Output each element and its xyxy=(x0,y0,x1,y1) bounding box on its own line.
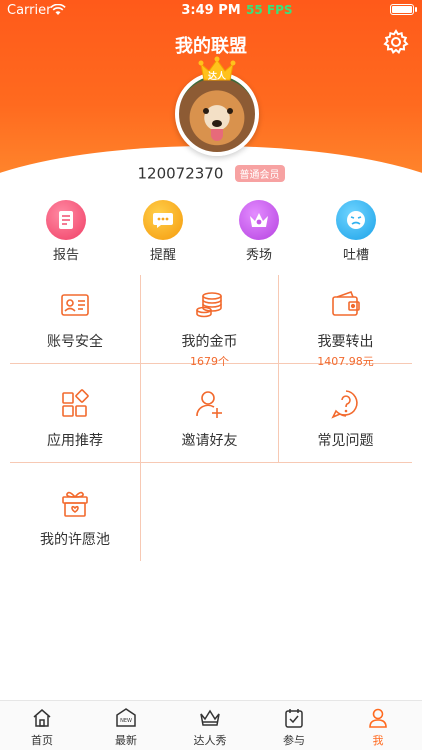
new-icon: NEW xyxy=(116,708,136,727)
clock: 3:49 PM xyxy=(181,3,241,18)
quick-action-complain[interactable]: 吐槽 xyxy=(316,200,396,263)
quick-action-show[interactable]: 秀场 xyxy=(219,200,299,263)
grid-item-label: 账号安全 xyxy=(47,334,103,350)
avatar-eye-left xyxy=(203,108,209,114)
apps-icon xyxy=(62,389,89,417)
quick-action-label: 吐槽 xyxy=(342,248,369,263)
tab-latest[interactable]: NEW 最新 xyxy=(84,707,168,748)
user-info: 120072370 普通会员 xyxy=(0,163,422,183)
grid-item-withdraw[interactable]: 我要转出 1407.98元 xyxy=(279,275,412,373)
avatar-container[interactable]: 达人 xyxy=(175,56,259,156)
user-icon xyxy=(369,708,387,728)
tab-me[interactable]: 我 xyxy=(336,707,420,748)
grid-item-label: 应用推荐 xyxy=(47,433,103,449)
home-icon xyxy=(33,709,51,727)
face-icon xyxy=(336,200,376,240)
quick-action-label: 提醒 xyxy=(149,248,176,263)
svg-text:NEW: NEW xyxy=(120,718,132,724)
chat-bubble-icon xyxy=(143,200,183,240)
status-bar: Carrier 3:49 PM 55 FPS xyxy=(0,0,422,22)
crown-icon xyxy=(200,709,220,726)
id-card-icon xyxy=(61,294,89,316)
coin-count: 1679个 xyxy=(190,355,229,368)
grid-item-my-coins[interactable]: 我的金币 1679个 xyxy=(141,275,278,373)
grid-item-label: 常见问题 xyxy=(317,433,374,449)
tab-label: 最新 xyxy=(115,734,137,747)
tab-home[interactable]: 首页 xyxy=(0,707,84,748)
tab-label: 首页 xyxy=(31,734,53,747)
tab-talent-show[interactable]: 达人秀 xyxy=(168,707,252,748)
tab-label: 达人秀 xyxy=(193,734,227,747)
coins-icon xyxy=(195,292,222,318)
grid-item-label: 我要转出 xyxy=(317,334,374,350)
avatar-tongue xyxy=(211,129,223,141)
add-user-icon xyxy=(195,391,222,418)
quick-action-label: 报告 xyxy=(52,248,79,263)
feature-grid: 账号安全 我的金币 1679个 我要转出 1407.98元 应用推荐 邀请好友 … xyxy=(10,275,412,561)
tab-label: 我 xyxy=(372,734,384,747)
tab-label: 参与 xyxy=(283,734,305,747)
grid-item-label: 我的许愿池 xyxy=(40,532,110,548)
member-badge: 普通会员 xyxy=(234,165,285,182)
grid-item-account-security[interactable]: 账号安全 xyxy=(10,275,140,373)
gear-icon[interactable] xyxy=(382,28,410,56)
quick-actions: 报告 提醒 秀场 吐槽 xyxy=(0,200,422,264)
fps-counter: 55 FPS xyxy=(246,3,293,17)
grid-item-label: 我的金币 xyxy=(181,334,238,350)
battery-tip xyxy=(415,7,417,12)
profile-header: Carrier 3:49 PM 55 FPS 我的联盟 达人 xyxy=(0,0,422,190)
quick-action-report[interactable]: 报告 xyxy=(26,200,106,263)
user-id: 120072370 xyxy=(137,164,224,183)
gift-icon xyxy=(62,491,88,517)
quick-action-label: 秀场 xyxy=(245,248,272,263)
tab-participate[interactable]: 参与 xyxy=(252,707,336,748)
tab-bar: 首页 NEW 最新 达人秀 参与 我 xyxy=(0,700,422,750)
battery-icon xyxy=(390,4,414,15)
grid-item-invite-friends[interactable]: 邀请好友 xyxy=(141,374,278,472)
withdraw-amount: 1407.98元 xyxy=(317,355,374,368)
avatar-eye-right xyxy=(227,108,233,114)
avatar-nose xyxy=(212,120,222,127)
crown-icon xyxy=(239,200,279,240)
question-icon xyxy=(330,390,358,419)
grid-item-faq[interactable]: 常见问题 xyxy=(279,374,412,472)
grid-item-app-recommend[interactable]: 应用推荐 xyxy=(10,374,140,472)
calendar-check-icon xyxy=(285,709,303,728)
avatar[interactable] xyxy=(175,72,259,156)
grid-item-label: 邀请好友 xyxy=(181,433,238,449)
report-icon xyxy=(46,200,86,240)
page-title: 我的联盟 xyxy=(175,36,247,57)
crown-label: 达人 xyxy=(207,72,226,82)
quick-action-remind[interactable]: 提醒 xyxy=(123,200,203,263)
grid-item-wishing-pool[interactable]: 我的许愿池 xyxy=(10,473,140,571)
wallet-icon xyxy=(331,290,360,316)
